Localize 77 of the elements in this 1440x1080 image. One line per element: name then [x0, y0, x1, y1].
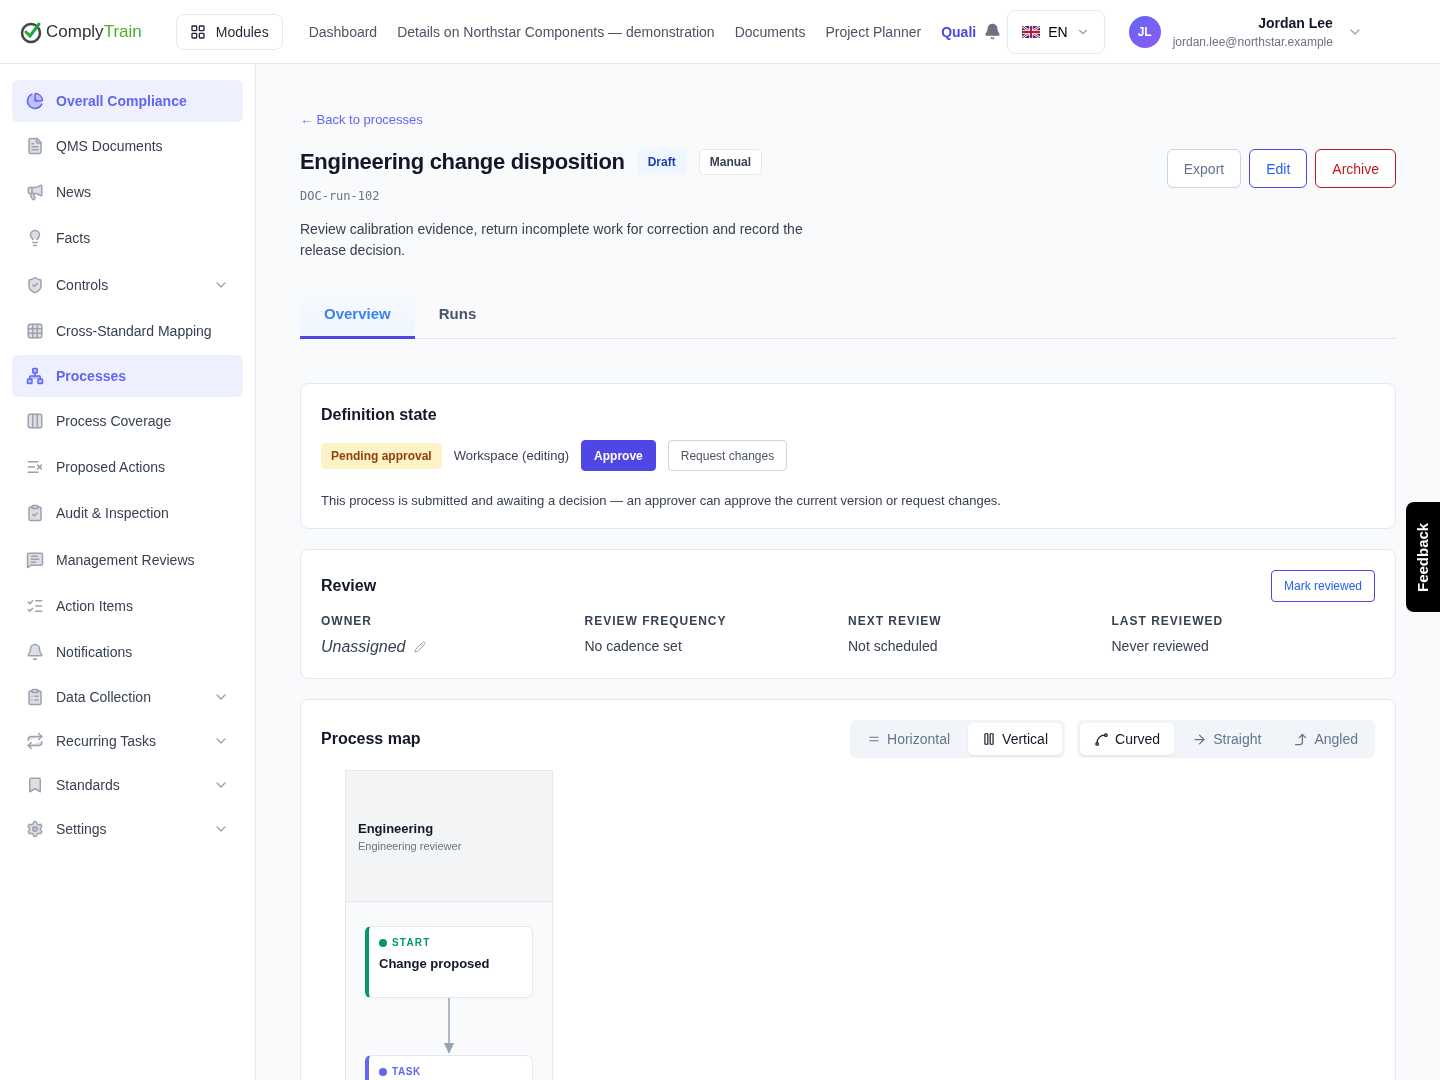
- document-id: DOC-run-102: [300, 189, 381, 203]
- arrow-right-icon: [1192, 731, 1208, 747]
- node-type: TASK: [379, 1066, 522, 1077]
- toggle-option[interactable]: Horizontal: [853, 723, 965, 755]
- curve-icon: [1094, 731, 1109, 747]
- description: Review calibration evidence, return incomplete work for correction and record the release decision.: [300, 220, 804, 260]
- mark-reviewed-button[interactable]: Mark reviewed: [1270, 570, 1375, 602]
- sidebar-item[interactable]: Settings: [12, 808, 243, 851]
- status-badge: Pending approval: [321, 442, 442, 469]
- approve-button[interactable]: Approve: [581, 440, 656, 471]
- toggle-option[interactable]: Vertical: [968, 723, 1062, 755]
- start-node[interactable]: START Change proposed: [365, 926, 533, 998]
- app-logo[interactable]: ComplyTrain: [20, 19, 142, 44]
- sidebar-item[interactable]: Standards: [12, 764, 243, 807]
- edit-button[interactable]: Edit: [1249, 149, 1308, 188]
- field-value: Not scheduled: [848, 638, 938, 654]
- tag-badge: Manual: [698, 149, 763, 175]
- card-title: Review: [321, 577, 377, 595]
- toggle-option[interactable]: Straight: [1178, 723, 1276, 755]
- sidebar-item[interactable]: News: [12, 170, 243, 215]
- sidebar-item[interactable]: Processes: [12, 354, 243, 397]
- field-label: REVIEW FREQUENCY: [584, 614, 728, 628]
- page-title: Engineering change disposition: [300, 149, 625, 175]
- field-label: LAST REVIEWED: [1111, 614, 1225, 628]
- field-value: Unassigned: [321, 638, 406, 656]
- lane-role: Engineering reviewer: [358, 839, 463, 852]
- field-value: Never reviewed: [1111, 638, 1209, 654]
- request-changes-button[interactable]: Request changes: [667, 440, 788, 471]
- sidebar-item[interactable]: Management Reviews: [12, 537, 243, 582]
- modules-button[interactable]: Modules: [175, 13, 283, 50]
- sidebar-item[interactable]: Data Collection: [12, 676, 243, 719]
- sidebar-item[interactable]: Notifications: [12, 629, 243, 675]
- nav-link[interactable]: Documents: [734, 23, 806, 40]
- language-selector[interactable]: EN: [1007, 9, 1105, 54]
- user-email: jordan.lee@northstar.example: [1172, 34, 1333, 49]
- vertical-lines-icon: [982, 732, 997, 746]
- sidebar-item[interactable]: Audit & Inspection: [12, 491, 243, 536]
- node-title: Change proposed: [379, 956, 491, 971]
- grid-icon: [189, 23, 206, 40]
- connector-arrow: [443, 998, 455, 1055]
- sidebar-item[interactable]: Proposed Actions: [12, 445, 243, 490]
- tab[interactable]: Runs: [414, 291, 501, 339]
- edit-icon[interactable]: [413, 641, 426, 653]
- export-button[interactable]: Export: [1166, 149, 1242, 188]
- task-node[interactable]: TASK: [365, 1055, 533, 1080]
- nav-link[interactable]: Quali: [941, 23, 977, 40]
- back-link[interactable]: ← Back to processes: [300, 112, 1396, 127]
- node-type: START: [379, 937, 522, 948]
- corner-arrow-icon: [1293, 731, 1309, 747]
- user-name: Jordan Lee: [1258, 14, 1333, 31]
- archive-button[interactable]: Archive: [1315, 149, 1396, 188]
- sidebar-item[interactable]: Facts: [12, 216, 243, 261]
- sidebar-item[interactable]: Controls: [12, 262, 243, 307]
- toggle-option[interactable]: Curved: [1080, 723, 1175, 755]
- card-title: Definition state: [321, 406, 438, 424]
- status-badge: Draft: [636, 149, 687, 175]
- field-value: No cadence set: [584, 638, 682, 654]
- mode-label: Workspace (editing): [453, 448, 570, 463]
- flag-icon: [1022, 25, 1041, 38]
- card-title: Process map: [321, 730, 421, 748]
- field-label: NEXT REVIEW: [848, 614, 943, 628]
- bell-icon[interactable]: [984, 23, 1002, 40]
- nav-link[interactable]: Details on Northstar Components — demonstration: [397, 23, 715, 40]
- sidebar-item[interactable]: Recurring Tasks: [12, 720, 243, 763]
- sidebar-item[interactable]: Process Coverage: [12, 398, 243, 444]
- sidebar-item[interactable]: Action Items: [12, 583, 243, 628]
- field-label: OWNER: [321, 614, 373, 628]
- sidebar-item[interactable]: Overall Compliance: [12, 80, 243, 122]
- nav-link[interactable]: Project Planner: [825, 23, 922, 40]
- sidebar-item[interactable]: Cross-Standard Mapping: [12, 308, 243, 353]
- lane-name: Engineering: [358, 820, 435, 836]
- feedback-tab[interactable]: Feedback: [1406, 502, 1440, 612]
- toggle-option[interactable]: Angled: [1279, 723, 1372, 755]
- status-note: This process is submitted and awaiting a decision — an approver can approve the current version or request changes.: [321, 493, 1002, 508]
- sidebar-item[interactable]: QMS Documents: [12, 124, 243, 169]
- user-avatar[interactable]: JL: [1128, 15, 1161, 48]
- nav-link[interactable]: Dashboard: [308, 23, 378, 40]
